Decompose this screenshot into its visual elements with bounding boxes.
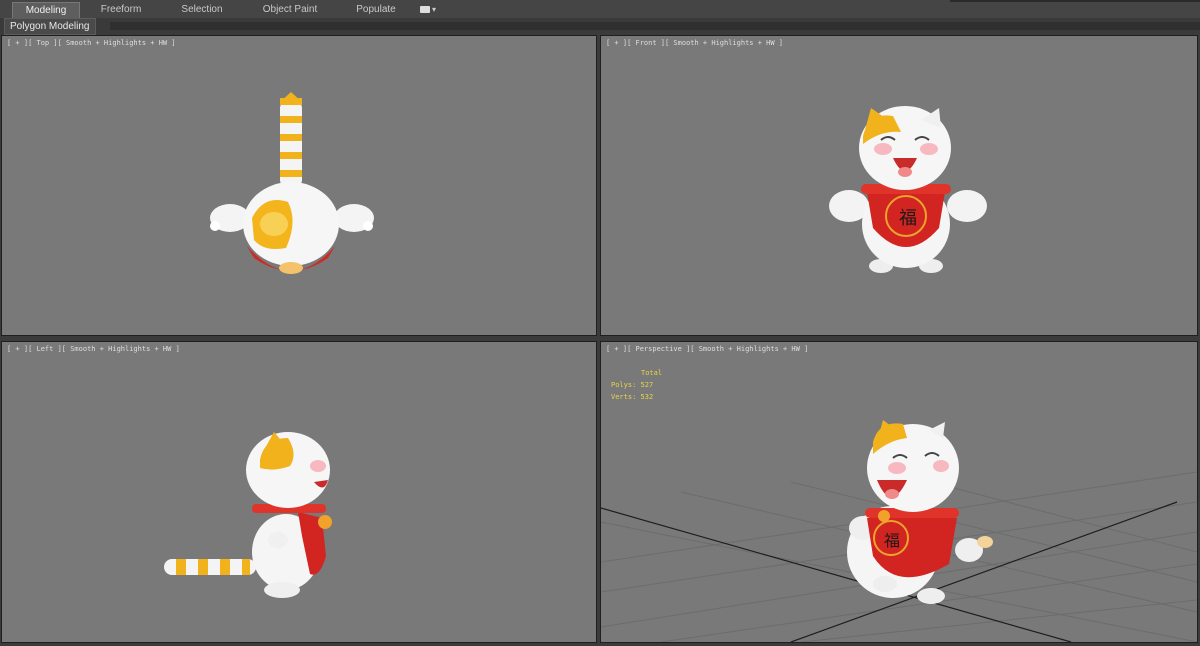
ribbon-panel: Polygon Modeling — [0, 18, 1200, 35]
viewport-perspective[interactable]: [ + ][ Perspective ][ Smooth + Highlight… — [600, 341, 1198, 643]
tab-freeform[interactable]: Freeform — [88, 2, 154, 17]
chevron-down-icon: ▾ — [432, 5, 437, 14]
ribbon-collapsed-strip — [110, 22, 1200, 30]
svg-text:福: 福 — [899, 208, 917, 229]
window-icon — [420, 6, 430, 13]
cat-model-left-view — [164, 432, 332, 598]
perspective-scene: 福 — [601, 420, 1197, 642]
cat-model-front-view: 福 — [829, 106, 987, 273]
tab-selection[interactable]: Selection — [168, 2, 236, 17]
tabbar-divider — [950, 0, 1200, 2]
polygon-modeling-panel[interactable]: Polygon Modeling — [4, 18, 96, 35]
ribbon-options-dropdown[interactable]: ▾ — [418, 3, 440, 16]
viewport-left[interactable]: [ + ][ Left ][ Smooth + Highlights + HW … — [1, 341, 597, 643]
tab-populate[interactable]: Populate — [346, 2, 406, 17]
viewport-front[interactable]: [ + ][ Front ][ Smooth + Highlights + HW… — [600, 35, 1198, 336]
ribbon-tab-bar: Modeling Freeform Selection Object Paint… — [0, 0, 1200, 19]
cat-model-top-view — [210, 92, 374, 274]
viewport-top[interactable]: [ + ][ Top ][ Smooth + Highlights + HW ] — [1, 35, 597, 336]
tab-modeling[interactable]: Modeling — [12, 2, 80, 18]
svg-text:福: 福 — [884, 531, 900, 550]
tab-object-paint[interactable]: Object Paint — [252, 2, 328, 17]
